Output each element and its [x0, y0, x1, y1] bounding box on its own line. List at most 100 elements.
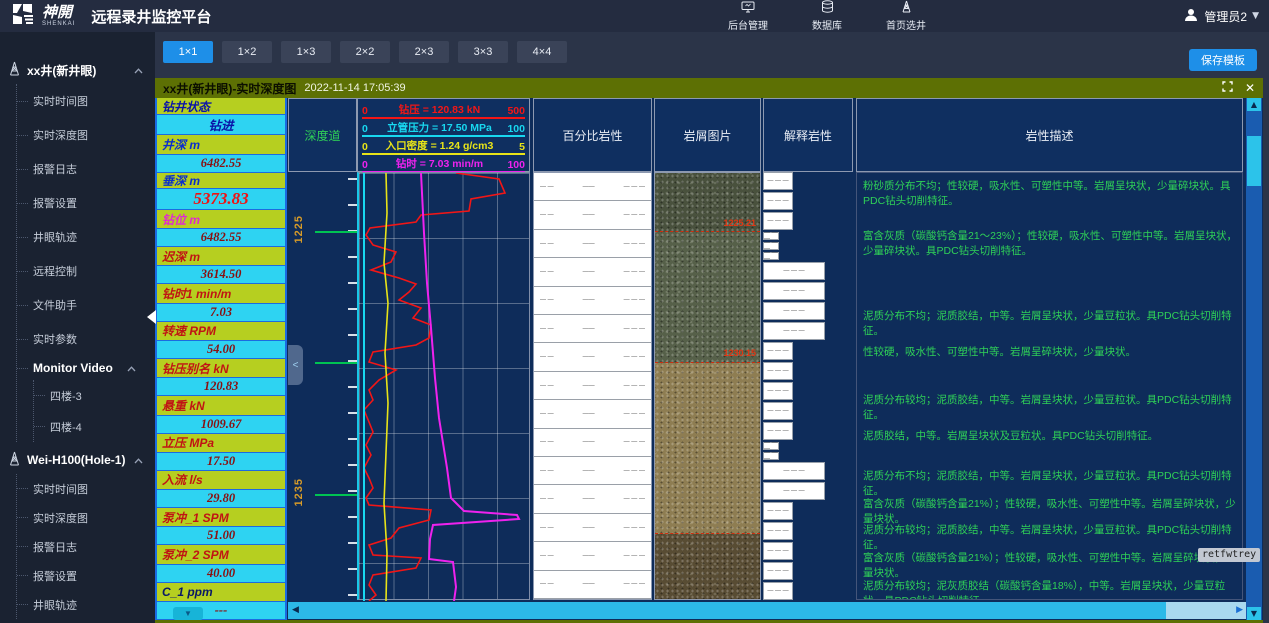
chevron-up-icon[interactable] — [134, 63, 143, 77]
param-row: 迟深 m3614.50 — [157, 247, 285, 284]
param-value: 5373.83 — [157, 189, 285, 210]
param-label: 钻位 m — [157, 210, 285, 229]
param-row: 钻时1 min/m7.03 — [157, 284, 285, 321]
param-panel-collapse-tab[interactable]: < — [288, 345, 303, 385]
vertical-scrollbar[interactable]: ▲ ▼ — [1246, 98, 1262, 620]
percent-lithology-row: — ———— — — — [534, 571, 651, 599]
sidebar-well-1[interactable]: Wei-H100(Hole-1) — [0, 448, 155, 472]
percent-lithology-row: — ———— — — — [534, 201, 651, 229]
scroll-right-icon[interactable]: ▶ — [1236, 605, 1243, 615]
sidebar-collapse-handle[interactable] — [147, 310, 156, 324]
interp-lithology-segment: — — — — [763, 232, 779, 240]
param-label: 钻时1 min/m — [157, 284, 285, 303]
sidebar-item[interactable]: 报警日志 — [17, 532, 155, 561]
maximize-icon[interactable] — [1222, 79, 1233, 97]
lithology-description: 性较硬，吸水性、可塑性中等。岩屑呈碎块状，少量块状。 — [863, 345, 1238, 360]
interp-lithology-segment: — — — — [763, 212, 793, 230]
layout-button-1×2[interactable]: 1×2 — [222, 41, 272, 63]
layout-button-3×3[interactable]: 3×3 — [458, 41, 508, 63]
layout-buttons: 1×1 1×2 1×3 2×2 2×3 3×3 4×4 — [163, 41, 567, 63]
param-value: 54.00 — [157, 341, 285, 359]
brand-name-zh: 神開 — [42, 5, 75, 20]
sidebar-item[interactable]: 实时深度图 — [17, 503, 155, 532]
lithology-description: 泥质分布较均；泥灰质胶结（碳酸钙含量18%），中等。岩屑呈块状，少量豆粒状。具P… — [863, 579, 1238, 600]
sidebar-well-0[interactable]: xx井(新井眼) — [0, 58, 155, 82]
user-name: 管理员2 — [1204, 8, 1247, 25]
interp-lithology-segment: — — — — [763, 442, 779, 450]
window-titlebar[interactable]: xx井(新井眼)-实时深度图 2022-11-14 17:05:39 ✕ — [155, 78, 1263, 98]
nav-label: 后台管理 — [728, 17, 768, 32]
interp-lithology-segment: — — — — [763, 522, 793, 540]
sidebar-item[interactable]: 文件助手 — [17, 288, 155, 322]
param-label: C_1 ppm — [157, 583, 285, 602]
param-value: 6482.55 — [157, 155, 285, 173]
close-icon[interactable]: ✕ — [1245, 82, 1255, 94]
depth-tick-label: 1235 — [293, 478, 305, 506]
sidebar-item[interactable]: 实时参数 — [17, 322, 155, 356]
interp-lithology-segment: — — — — [763, 452, 779, 460]
scroll-up-icon[interactable]: ▲ — [1247, 98, 1261, 111]
param-value: 7.03 — [157, 304, 285, 322]
derrick-icon — [900, 0, 913, 16]
sidebar-item-video[interactable]: 四楼-4 — [34, 411, 155, 442]
scroll-left-icon[interactable]: ◀ — [292, 605, 299, 615]
horizontal-scrollbar-thumb[interactable] — [288, 602, 1166, 619]
chevron-up-icon[interactable] — [134, 453, 143, 467]
user-menu[interactable]: 管理员2 ▼ — [1183, 0, 1259, 32]
interp-lithology-segment: — — — — [763, 172, 793, 190]
lithology-description: 粉砂质分布不均；性较硬，吸水性、可塑性中等。岩屑呈块状，少量碎块状。具PDC钻头… — [863, 179, 1238, 209]
sidebar-item[interactable]: 报警日志 — [17, 152, 155, 186]
sidebar-item[interactable]: 实时时间图 — [17, 84, 155, 118]
sidebar-item[interactable]: 井眼轨迹 — [17, 220, 155, 254]
scroll-down-icon[interactable]: ▼ — [1247, 607, 1261, 620]
sidebar-item[interactable]: 报警设置 — [17, 561, 155, 590]
layout-toolbar: 1×1 1×2 1×3 2×2 2×3 3×3 4×4 保存模板 — [155, 32, 1269, 78]
interp-lithology-segment: — — — — [763, 262, 825, 280]
sidebar-item[interactable]: 实时深度图 — [17, 118, 155, 152]
parameter-dropdown-button[interactable]: ▼ — [173, 607, 203, 620]
chevron-up-icon[interactable] — [127, 361, 136, 375]
sidebar-item[interactable]: 远程控制 — [17, 254, 155, 288]
nav-database[interactable]: 数据库 — [812, 0, 842, 32]
interp-lithology-segment: — — — — [763, 382, 793, 400]
video-children: 四楼-3四楼-4 — [33, 380, 155, 442]
param-label: 转速 RPM — [157, 322, 285, 341]
photo-depth-mark: 1230.15 — [723, 348, 756, 358]
sidebar-group-monitor-video[interactable]: Monitor Video — [17, 356, 155, 380]
well-name: Wei-H100(Hole-1) — [27, 453, 125, 467]
layout-button-4×4[interactable]: 4×4 — [517, 41, 567, 63]
curve-legend: 0钻压 = 120.83 kN5000立管压力 = 17.50 MPa1000入… — [357, 98, 530, 172]
sidebar-item[interactable]: 报警设置 — [17, 186, 155, 220]
nav-label: 数据库 — [812, 17, 842, 32]
depth-tick-label: 1225 — [293, 215, 305, 243]
param-value: 6482.55 — [157, 229, 285, 247]
sidebar-item[interactable]: 井眼轨迹 — [17, 590, 155, 619]
curve-入口密度 — [384, 173, 388, 601]
interp-lithology-segment: — — — — [763, 322, 825, 340]
layout-button-2×3[interactable]: 2×3 — [399, 41, 449, 63]
percent-lithology-row: — ———— — — — [534, 343, 651, 371]
layout-button-2×2[interactable]: 2×2 — [340, 41, 390, 63]
lithology-description: 泥质分布不均；泥质胶结，中等。岩屑呈块状，少量豆粒状。具PDC钻头切削特征。 — [863, 469, 1238, 499]
param-row: 垂深 m5373.83 — [157, 173, 285, 210]
save-template-button[interactable]: 保存模板 — [1189, 49, 1257, 71]
layout-button-1×3[interactable]: 1×3 — [281, 41, 331, 63]
percent-lithology-row: — ———— — — — [534, 400, 651, 428]
cuttings-photo-header: 岩屑图片 — [654, 98, 761, 172]
param-label: 井深 m — [157, 135, 285, 154]
depth-minor-ticks — [348, 178, 357, 600]
nav-home-well-select[interactable]: 首页选井 — [886, 0, 926, 32]
layout-button-1×1[interactable]: 1×1 — [163, 41, 213, 63]
sidebar-item[interactable]: 实时时间图 — [17, 474, 155, 503]
nav-backend-admin[interactable]: 后台管理 — [728, 1, 768, 32]
vertical-scrollbar-thumb[interactable] — [1247, 136, 1261, 186]
horizontal-scrollbar[interactable]: ◀ ▶ — [288, 602, 1246, 619]
sidebar-item-video[interactable]: 四楼-3 — [34, 380, 155, 411]
param-value: 29.80 — [157, 490, 285, 508]
window-timestamp: 2022-11-14 17:05:39 — [304, 82, 405, 94]
curve-钻时 — [421, 173, 519, 601]
window-title: xx井(新井眼)-实时深度图 — [163, 80, 296, 97]
app-title: 远程录井监控平台 — [91, 6, 211, 27]
param-value: 3614.50 — [157, 266, 285, 284]
param-label: 迟深 m — [157, 247, 285, 266]
